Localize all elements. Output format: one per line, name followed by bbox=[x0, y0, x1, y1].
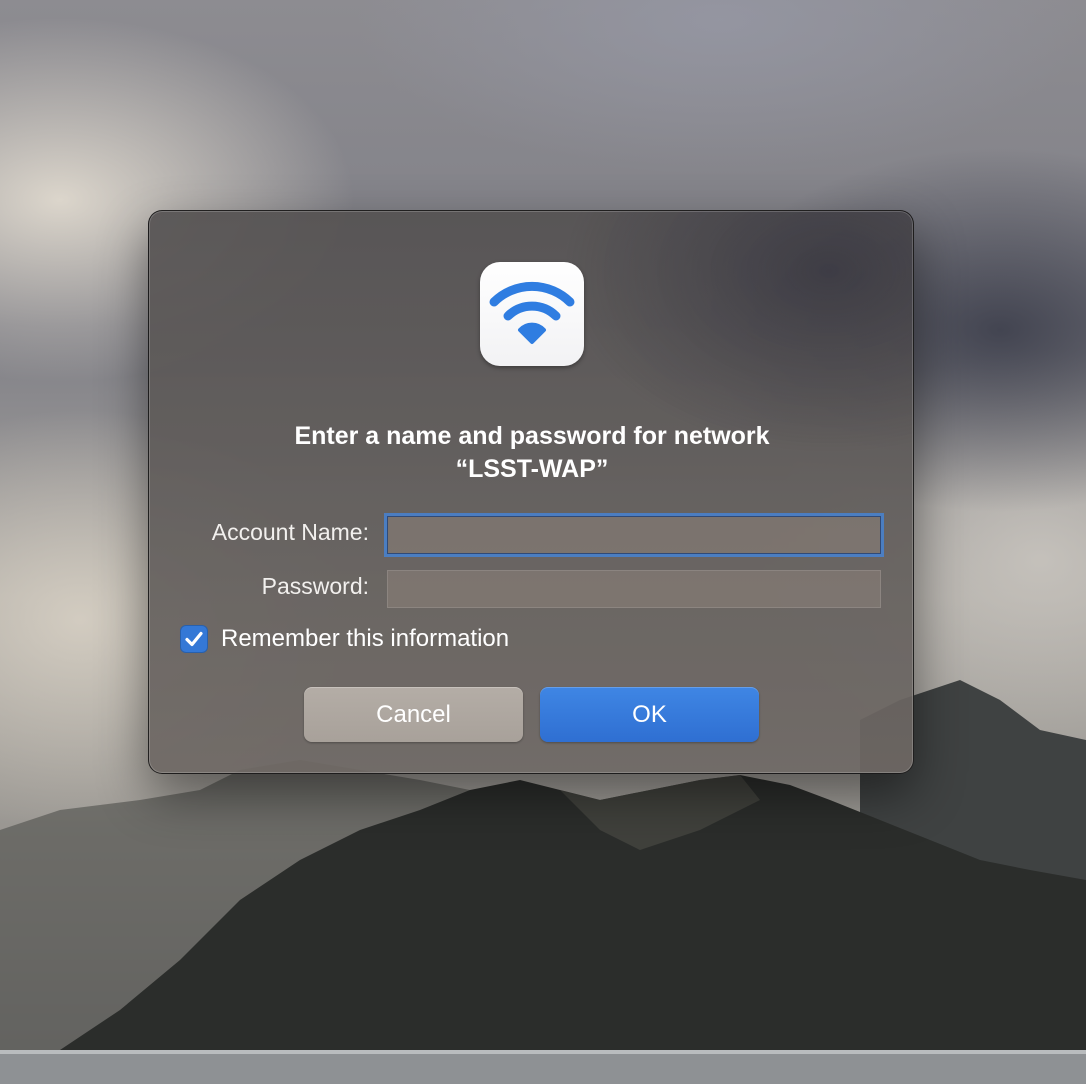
account-name-field[interactable] bbox=[387, 516, 881, 554]
checkmark-icon bbox=[185, 631, 203, 647]
remember-label[interactable]: Remember this information bbox=[221, 624, 509, 654]
desktop-background: Enter a name and password for network “L… bbox=[0, 0, 1086, 1084]
wifi-icon bbox=[480, 262, 584, 366]
network-name: “LSST-WAP” bbox=[455, 455, 609, 483]
dialog-title: Enter a name and password for network bbox=[294, 422, 770, 450]
account-name-label: Account Name: bbox=[211, 519, 369, 545]
cancel-button[interactable]: Cancel bbox=[304, 687, 523, 742]
password-label: Password: bbox=[261, 573, 369, 599]
sea bbox=[0, 1050, 1086, 1084]
password-field[interactable] bbox=[387, 570, 881, 608]
wifi-login-dialog: Enter a name and password for network “L… bbox=[148, 210, 914, 774]
sea-shimmer bbox=[0, 1050, 1086, 1054]
remember-checkbox[interactable] bbox=[180, 625, 208, 653]
ok-button[interactable]: OK bbox=[540, 687, 759, 742]
